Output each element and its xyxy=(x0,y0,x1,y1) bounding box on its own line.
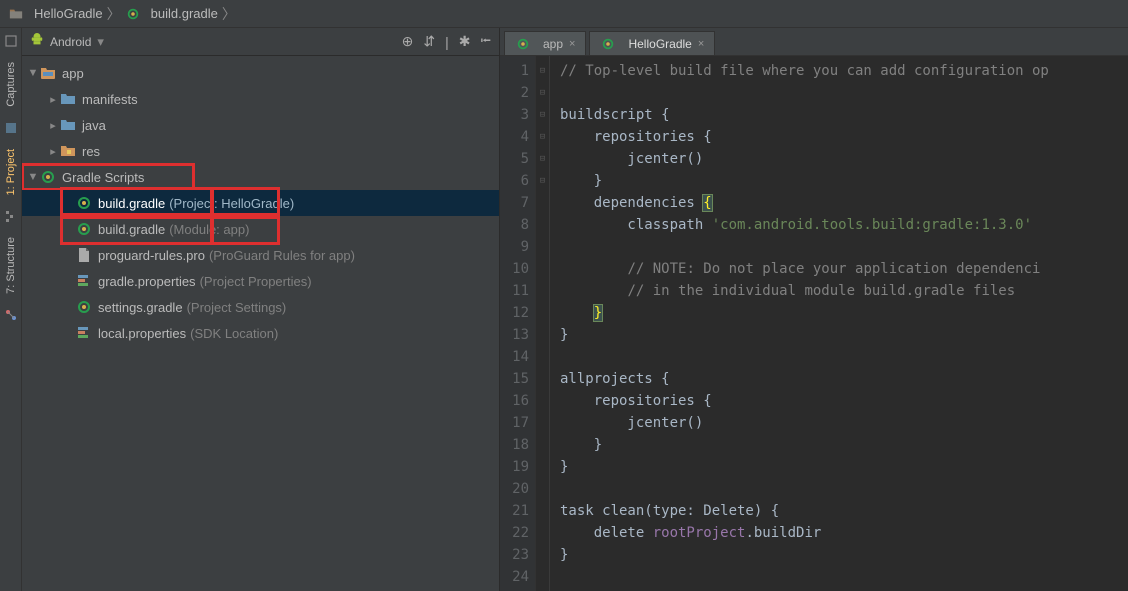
tree-manifests-label: manifests xyxy=(82,92,138,107)
fold-column[interactable]: ⊟⊟⊟⊟⊟⊟ xyxy=(536,56,550,591)
module-icon xyxy=(40,65,56,81)
gradle-icon xyxy=(600,36,616,52)
tree-gradle-scripts[interactable]: ▼ Gradle Scripts xyxy=(22,164,194,190)
project-stripe-label[interactable]: 1: Project xyxy=(5,149,17,195)
tree-local-properties-desc: (SDK Location) xyxy=(190,326,278,341)
tree-res[interactable]: ▸ res xyxy=(22,138,499,164)
structure-stripe-label[interactable]: 7: Structure xyxy=(5,237,17,294)
dropdown-icon[interactable]: ▾ xyxy=(97,34,104,50)
expand-arrow-icon[interactable]: ▸ xyxy=(46,93,60,106)
gear-icon[interactable]: ✱ xyxy=(459,33,471,50)
tree-build-gradle-module-label: build.gradle xyxy=(98,222,165,237)
structure-tool-icon[interactable] xyxy=(0,209,22,223)
tab-app-label: app xyxy=(543,37,563,51)
breadcrumb-file[interactable]: build.gradle xyxy=(123,6,220,22)
breadcrumb-file-label: build.gradle xyxy=(151,6,218,21)
tree-proguard[interactable]: proguard-rules.pro (ProGuard Rules for a… xyxy=(22,242,499,268)
tree-app-label: app xyxy=(62,66,84,81)
tree-build-gradle-project[interactable]: build.gradle (Project: HelloGradle) xyxy=(22,190,499,216)
target-icon[interactable]: ⊕ xyxy=(402,33,414,50)
file-icon xyxy=(76,247,92,263)
tree-gradle-scripts-label: Gradle Scripts xyxy=(62,170,144,185)
tree-gradle-properties[interactable]: gradle.properties (Project Properties) xyxy=(22,268,499,294)
android-icon xyxy=(30,33,44,50)
tree-gradle-properties-label: gradle.properties xyxy=(98,274,196,289)
folder-icon xyxy=(8,6,24,22)
tree-build-gradle-project-label: build.gradle xyxy=(98,196,165,211)
folder-icon xyxy=(60,117,76,133)
folder-icon xyxy=(60,91,76,107)
editor-area: app × HelloGradle × 12345678910111213141… xyxy=(500,28,1128,591)
breadcrumb-sep: 〉 xyxy=(222,4,236,24)
breadcrumb-sep: 〉 xyxy=(107,4,121,24)
tree-proguard-label: proguard-rules.pro xyxy=(98,248,205,263)
captures-tool-button[interactable] xyxy=(0,34,22,48)
tool-stripe-left: Captures 1: Project 7: Structure xyxy=(0,28,22,591)
tab-hellogradle[interactable]: HelloGradle × xyxy=(589,31,715,55)
project-toolbar: Android ▾ ⊕ ⇵ | ✱ ⭰ xyxy=(22,28,499,56)
tab-app[interactable]: app × xyxy=(504,31,586,55)
properties-icon xyxy=(76,273,92,289)
line-gutter: 123456789101112131415161718192021222324 xyxy=(500,56,536,591)
tree-local-properties-label: local.properties xyxy=(98,326,186,341)
expand-arrow-icon[interactable]: ▸ xyxy=(46,145,60,158)
gradle-icon xyxy=(76,195,92,211)
breadcrumb: HelloGradle 〉 build.gradle 〉 xyxy=(0,0,1128,28)
gradle-icon xyxy=(125,6,141,22)
tree-settings-gradle-label: settings.gradle xyxy=(98,300,183,315)
tree-build-gradle-module[interactable]: build.gradle (Module: app) xyxy=(22,216,499,242)
code-content[interactable]: // Top-level build file where you can ad… xyxy=(550,56,1128,591)
tree-gradle-properties-desc: (Project Properties) xyxy=(200,274,312,289)
tree-manifests[interactable]: ▸ manifests xyxy=(22,86,499,112)
tree-build-gradle-project-desc: (Project: HelloGradle) xyxy=(169,196,294,211)
close-icon[interactable]: × xyxy=(698,38,704,50)
tree-res-label: res xyxy=(82,144,100,159)
tree-java[interactable]: ▸ java xyxy=(22,112,499,138)
res-folder-icon xyxy=(60,143,76,159)
collapse-icon[interactable]: ⇵ xyxy=(423,33,435,50)
gradle-icon xyxy=(515,36,531,52)
project-tool-icon[interactable] xyxy=(0,121,22,135)
tree-settings-gradle[interactable]: settings.gradle (Project Settings) xyxy=(22,294,499,320)
expand-arrow-icon[interactable]: ▸ xyxy=(46,119,60,132)
gradle-icon xyxy=(40,169,56,185)
expand-arrow-icon[interactable]: ▼ xyxy=(26,171,40,183)
variants-tool-icon[interactable] xyxy=(0,308,22,322)
tab-hellogradle-label: HelloGradle xyxy=(628,37,691,51)
project-view-dropdown[interactable]: Android xyxy=(50,35,91,49)
breadcrumb-project-label: HelloGradle xyxy=(34,6,103,21)
expand-arrow-icon[interactable]: ▼ xyxy=(26,67,40,79)
project-panel: Android ▾ ⊕ ⇵ | ✱ ⭰ ▼ app ▸ xyxy=(22,28,500,591)
code-editor[interactable]: 123456789101112131415161718192021222324 … xyxy=(500,56,1128,591)
tree-proguard-desc: (ProGuard Rules for app) xyxy=(209,248,355,263)
gradle-icon xyxy=(76,299,92,315)
tree-java-label: java xyxy=(82,118,106,133)
captures-stripe-label[interactable]: Captures xyxy=(5,62,17,107)
properties-icon xyxy=(76,325,92,341)
project-tree[interactable]: ▼ app ▸ manifests ▸ java xyxy=(22,56,499,591)
tree-build-gradle-module-desc: (Module: app) xyxy=(169,222,249,237)
tree-settings-gradle-desc: (Project Settings) xyxy=(187,300,287,315)
hide-icon[interactable]: ⭰ xyxy=(480,30,491,54)
breadcrumb-project[interactable]: HelloGradle xyxy=(6,6,105,22)
close-icon[interactable]: × xyxy=(569,38,575,50)
gradle-icon xyxy=(76,221,92,237)
editor-tabs: app × HelloGradle × xyxy=(500,28,1128,56)
tree-local-properties[interactable]: local.properties (SDK Location) xyxy=(22,320,499,346)
separator: | xyxy=(445,34,449,50)
tree-app[interactable]: ▼ app xyxy=(22,60,499,86)
